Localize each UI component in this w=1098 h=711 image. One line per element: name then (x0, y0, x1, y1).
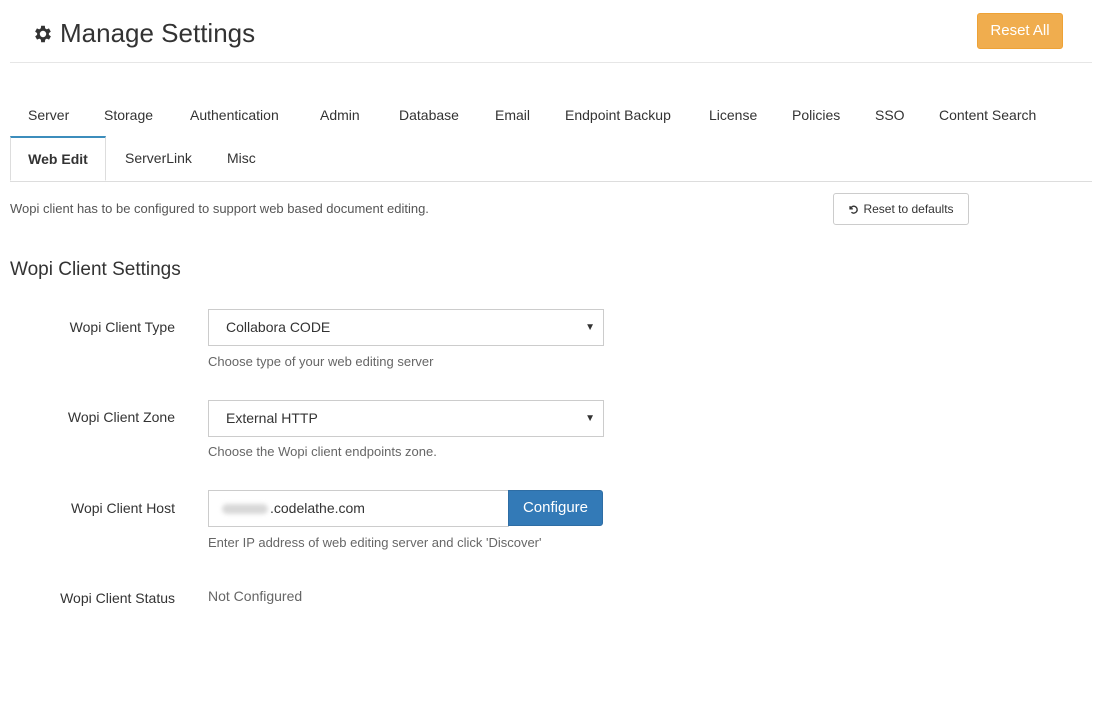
caret-down-icon: ▼ (585, 413, 595, 424)
settings-tabs-row-2: Web Edit ServerLink Misc (10, 136, 1092, 182)
tab-license[interactable]: License (709, 107, 757, 123)
settings-tabs-row-1: Server Storage Authentication Admin Data… (10, 94, 1092, 136)
tab-email[interactable]: Email (495, 107, 530, 123)
reset-to-defaults-button[interactable]: Reset to defaults (833, 193, 969, 225)
tab-content-search[interactable]: Content Search (939, 107, 1036, 123)
client-host-help: Enter IP address of web editing server a… (208, 535, 542, 550)
section-title: Wopi Client Settings (10, 259, 181, 280)
caret-down-icon: ▼ (585, 322, 595, 333)
client-type-help: Choose type of your web editing server (208, 354, 434, 369)
tab-web-edit[interactable]: Web Edit (10, 136, 106, 181)
tab-authentication[interactable]: Authentication (190, 107, 279, 123)
client-zone-value: External HTTP (226, 410, 318, 426)
panel-description: Wopi client has to be configured to supp… (10, 201, 429, 216)
redacted-hostname (222, 503, 268, 514)
tab-endpoint-backup[interactable]: Endpoint Backup (565, 107, 671, 123)
tab-misc[interactable]: Misc (227, 150, 256, 166)
client-status-value: Not Configured (208, 588, 303, 604)
reset-to-defaults-label: Reset to defaults (863, 202, 954, 216)
client-host-label: Wopi Client Host (70, 500, 175, 516)
tab-admin[interactable]: Admin (320, 107, 360, 123)
configure-button[interactable]: Configure (508, 490, 603, 526)
client-status-label: Wopi Client Status (60, 590, 175, 606)
undo-icon (849, 205, 859, 214)
tab-policies[interactable]: Policies (792, 107, 840, 123)
client-type-value: Collabora CODE (226, 319, 331, 335)
tab-storage[interactable]: Storage (104, 107, 153, 123)
client-zone-select[interactable]: External HTTP ▼ (208, 400, 604, 437)
client-host-value: .codelathe.com (270, 500, 365, 516)
client-zone-label: Wopi Client Zone (67, 409, 175, 425)
client-zone-help: Choose the Wopi client endpoints zone. (208, 444, 437, 459)
gear-icon (35, 25, 51, 42)
tab-server[interactable]: Server (28, 107, 69, 123)
tab-database[interactable]: Database (399, 107, 459, 123)
client-host-input[interactable]: .codelathe.com (208, 490, 509, 527)
page-title-text: Manage Settings (60, 18, 256, 48)
tab-sso[interactable]: SSO (875, 107, 905, 123)
reset-all-button[interactable]: Reset All (977, 13, 1063, 49)
client-type-label: Wopi Client Type (69, 319, 175, 335)
page-header: Manage Settings (10, 0, 1092, 63)
client-type-select[interactable]: Collabora CODE ▼ (208, 309, 604, 346)
tab-serverlink[interactable]: ServerLink (125, 150, 192, 166)
page-title: Manage Settings (32, 18, 255, 49)
